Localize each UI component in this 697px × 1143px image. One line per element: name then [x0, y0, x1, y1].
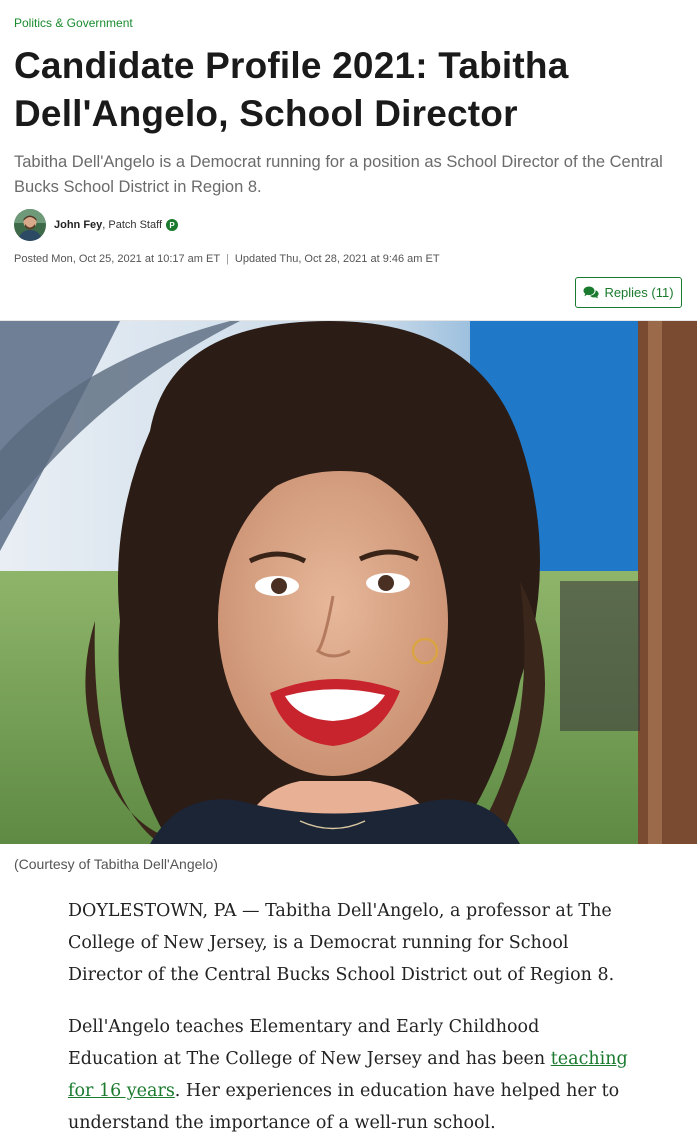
photo-caption: (Courtesy of Tabitha Dell'Angelo) [14, 856, 218, 872]
publish-dates: Posted Mon, Oct 25, 2021 at 10:17 am ET … [14, 253, 440, 265]
category-link[interactable]: Politics & Government [14, 16, 133, 30]
article-photo[interactable] [0, 321, 697, 844]
article-title: Candidate Profile 2021: Tabitha Dell'Ang… [14, 45, 569, 134]
patch-badge-icon: P [166, 219, 179, 231]
paragraph-2-text-start: Dell'Angelo teaches Elementary and Early… [68, 1017, 551, 1069]
updated-date: Updated Thu, Oct 28, 2021 at 9:46 am ET [234, 253, 440, 265]
author-name[interactable]: John Fey [54, 219, 102, 231]
article-subtitle: Tabitha Dell'Angelo is a Democrat runnin… [14, 153, 663, 196]
article-paragraph-1: DOYLESTOWN, PA — Tabitha Dell'Angelo, a … [68, 901, 615, 985]
chat-bubbles-icon [583, 286, 600, 299]
date-separator: | [226, 253, 229, 265]
replies-button[interactable]: Replies (11) [575, 277, 682, 308]
article-paragraph-2: Dell'Angelo teaches Elementary and Early… [68, 1011, 628, 1139]
byline: John Fey , Patch Staff P [14, 209, 179, 241]
replies-label: Replies (11) [604, 285, 674, 300]
posted-date: Posted Mon, Oct 25, 2021 at 10:17 am ET [14, 253, 221, 265]
author-role: , Patch Staff [102, 219, 163, 231]
author-avatar[interactable] [14, 209, 46, 241]
